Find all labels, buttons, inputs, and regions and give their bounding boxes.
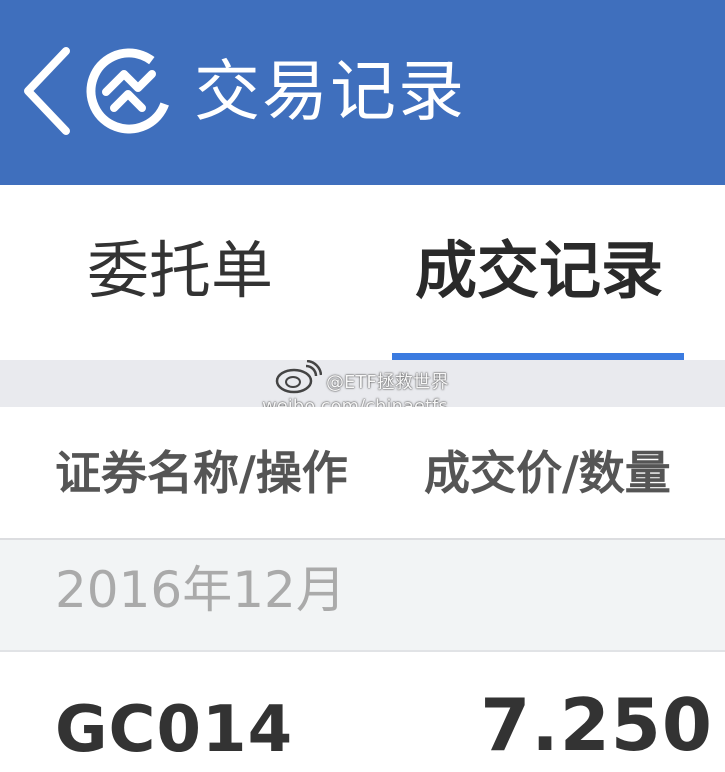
app-screen: 交易记录 委托单 成交记录 @ETF拯救世界 weibo.com/chinaet… bbox=[0, 0, 725, 772]
back-button[interactable] bbox=[14, 45, 74, 137]
column-header: 证券名称/操作 成交价/数量 bbox=[0, 407, 725, 540]
column-name-operation: 证券名称/操作 bbox=[55, 446, 348, 500]
chevron-left-icon bbox=[24, 47, 70, 135]
top-bar: 交易记录 bbox=[0, 0, 725, 185]
tab-bar: 委托单 成交记录 bbox=[0, 185, 725, 360]
security-code: GC014 bbox=[55, 693, 294, 767]
month-label: 2016年12月 bbox=[55, 561, 346, 619]
trade-record-row[interactable]: GC014 7.250 bbox=[0, 652, 725, 772]
watermark-handle: @ETF拯救世界 bbox=[326, 372, 449, 393]
column-price-quantity: 成交价/数量 bbox=[424, 446, 671, 500]
weibo-icon bbox=[275, 360, 322, 394]
month-section-header: 2016年12月 bbox=[0, 540, 725, 652]
tab-entrust-orders[interactable]: 委托单 bbox=[87, 231, 273, 311]
app-logo-icon bbox=[86, 48, 172, 134]
tab-deal-records[interactable]: 成交记录 bbox=[415, 231, 663, 311]
page-title: 交易记录 bbox=[194, 53, 466, 130]
deal-price: 7.250 bbox=[480, 683, 713, 767]
